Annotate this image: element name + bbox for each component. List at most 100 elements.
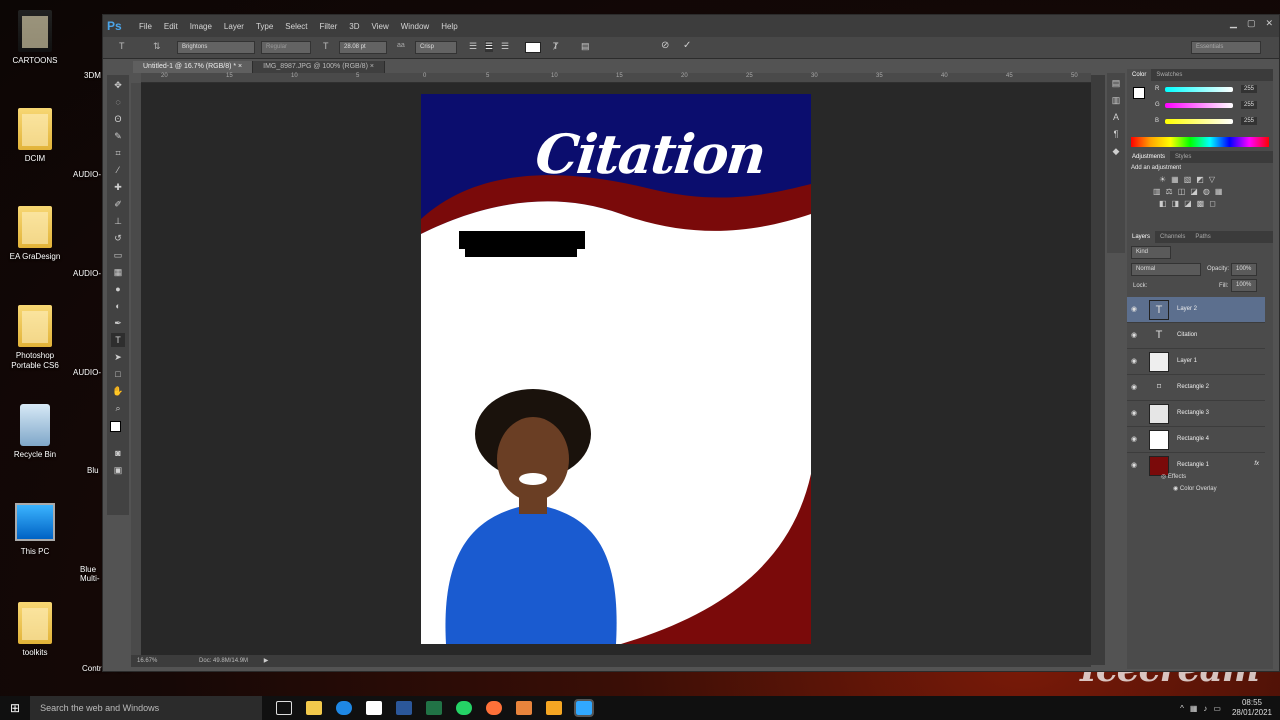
tab-layers[interactable]: Layers: [1127, 231, 1156, 243]
healing-tool-icon[interactable]: ✚: [111, 180, 125, 194]
effects-row[interactable]: ◎ Effects: [1161, 473, 1186, 480]
tab-swatches[interactable]: Swatches: [1151, 69, 1187, 81]
character-panel-icon[interactable]: A: [1109, 110, 1123, 124]
color-swatches[interactable]: [107, 417, 129, 443]
adjustment-icons-row3[interactable]: ◧◨◪▩◻: [1159, 199, 1269, 208]
file-explorer-icon[interactable]: [306, 701, 323, 715]
eraser-tool-icon[interactable]: ▭: [111, 248, 125, 262]
screen-mode-icon[interactable]: ▣: [111, 463, 125, 477]
opacity-input[interactable]: 100%: [1231, 263, 1257, 276]
vlc-icon[interactable]: [516, 701, 533, 715]
document-canvas[interactable]: Citation: [421, 94, 811, 644]
align-center-icon[interactable]: ☰: [485, 41, 494, 52]
layer-item-citation[interactable]: ◉ T Citation: [1127, 323, 1265, 349]
desktop-icon-label[interactable]: AUDIO-: [73, 269, 101, 278]
layer-item-rectangle-1[interactable]: ◉ Rectangle 1 fx: [1127, 453, 1265, 476]
zoom-tool-icon[interactable]: ⌕: [111, 401, 125, 415]
move-tool-icon[interactable]: ✥: [111, 78, 125, 92]
close-icon[interactable]: ✕: [1265, 18, 1273, 29]
desktop-icon-cartoons[interactable]: CARTOONS: [0, 10, 70, 66]
menu-filter[interactable]: Filter: [314, 22, 344, 31]
layer-item-rectangle-4[interactable]: ◉ Rectangle 4: [1127, 427, 1265, 453]
volume-icon[interactable]: ♪: [1203, 704, 1207, 713]
tab-paths[interactable]: Paths: [1190, 231, 1215, 243]
g-value[interactable]: 255: [1241, 101, 1258, 109]
layer-item-rectangle-3[interactable]: ◉ Rectangle 3: [1127, 401, 1265, 427]
workspace-select[interactable]: Essentials: [1191, 41, 1261, 54]
properties-panel-icon[interactable]: ▥: [1109, 93, 1123, 107]
vertical-scrollbar[interactable]: [1091, 75, 1105, 665]
desktop-icon-photoshop-portable[interactable]: Photoshop Portable CS6: [0, 305, 70, 371]
edge-browser-icon[interactable]: [336, 701, 353, 715]
blur-tool-icon[interactable]: ●: [111, 282, 125, 296]
stamp-tool-icon[interactable]: ⊥: [111, 214, 125, 228]
g-slider[interactable]: [1165, 103, 1233, 108]
effect-eye-icon[interactable]: ◉: [1173, 486, 1180, 492]
search-box[interactable]: Search the web and Windows: [30, 696, 263, 720]
poster-title[interactable]: Citation: [533, 122, 768, 186]
visibility-eye-icon[interactable]: ◉: [1131, 461, 1137, 469]
tab-untitled-1[interactable]: Untitled-1 @ 16.7% (RGB/8) * ×: [133, 61, 254, 73]
menu-image[interactable]: Image: [184, 22, 218, 31]
crop-tool-icon[interactable]: ⌗: [111, 146, 125, 160]
play-arrow-icon[interactable]: ▶: [264, 658, 269, 664]
font-family-select[interactable]: Brightons: [177, 41, 255, 54]
path-select-icon[interactable]: ➤: [111, 350, 125, 364]
word-icon[interactable]: [396, 701, 413, 715]
cancel-icon[interactable]: ⊘: [661, 40, 669, 51]
gradient-tool-icon[interactable]: ▦: [111, 265, 125, 279]
3d-panel-icon[interactable]: ◆: [1109, 144, 1123, 158]
windows-start-icon[interactable]: ⊞: [10, 701, 20, 715]
r-slider[interactable]: [1165, 87, 1233, 92]
chevron-up-icon[interactable]: ^: [1180, 704, 1184, 713]
character-panel-icon[interactable]: ▤: [581, 41, 590, 52]
adjustment-icons-row2[interactable]: ▥⚖◫◪◍▦: [1153, 187, 1269, 196]
visibility-eye-icon[interactable]: ◉: [1131, 357, 1137, 365]
adjustment-icons-row1[interactable]: ☀▦▧◩▽: [1159, 175, 1269, 184]
tab-img-8987[interactable]: IMG_8987.JPG @ 100% (RGB/8) ×: [253, 61, 385, 73]
desktop-icon-label[interactable]: 3DM: [84, 71, 101, 80]
desktop-icon-ea-gradesign[interactable]: EA GraDesign: [0, 206, 70, 262]
commit-check-icon[interactable]: ✓: [683, 40, 691, 51]
align-right-icon[interactable]: ☰: [501, 41, 509, 52]
zoom-level[interactable]: 16.67%: [137, 658, 157, 664]
tab-color[interactable]: Color: [1127, 69, 1152, 81]
brush-tool-icon[interactable]: ✐: [111, 197, 125, 211]
menu-window[interactable]: Window: [395, 22, 435, 31]
desktop-icon-toolkits[interactable]: toolkits: [0, 602, 70, 658]
store-icon[interactable]: [366, 701, 383, 715]
antialias-select[interactable]: Crisp: [415, 41, 457, 54]
menu-edit[interactable]: Edit: [158, 22, 184, 31]
warp-text-icon[interactable]: Ⱦ: [553, 41, 559, 51]
layer-item-layer-1[interactable]: ◉ Layer 1: [1127, 349, 1265, 375]
color-spectrum[interactable]: [1131, 137, 1269, 147]
desktop-icon-recycle-bin[interactable]: Recycle Bin: [0, 404, 70, 460]
network-icon[interactable]: ▦: [1190, 704, 1198, 713]
desktop-icon-label[interactable]: AUDIO-: [73, 170, 101, 179]
shape-tool-icon[interactable]: □: [111, 367, 125, 381]
hand-tool-icon[interactable]: ✋: [111, 384, 125, 398]
maximize-icon[interactable]: ▢: [1247, 18, 1256, 29]
whatsapp-icon[interactable]: [456, 701, 473, 715]
fg-color-swatch[interactable]: [1133, 87, 1145, 99]
clock[interactable]: 08:55 28/01/2021: [1232, 698, 1272, 718]
layer-item-rectangle-2[interactable]: ◉ ⌑ Rectangle 2: [1127, 375, 1265, 401]
text-orientation-icon[interactable]: ⇅: [153, 41, 161, 52]
b-value[interactable]: 255: [1241, 117, 1258, 125]
menu-file[interactable]: File: [133, 22, 158, 31]
type-tool-icon[interactable]: T: [119, 41, 125, 51]
excel-icon[interactable]: [426, 701, 443, 715]
doc-size[interactable]: Doc: 49.8M/14.9M: [199, 658, 248, 664]
visibility-eye-icon[interactable]: ◉: [1131, 383, 1137, 391]
minimize-icon[interactable]: ▁: [1230, 18, 1237, 29]
history-brush-icon[interactable]: ↺: [111, 231, 125, 245]
desktop-icon-dcim[interactable]: DCIM: [0, 108, 70, 164]
fill-input[interactable]: 100%: [1231, 279, 1257, 292]
marquee-tool-icon[interactable]: ◌: [111, 95, 125, 109]
blend-mode-select[interactable]: Normal: [1131, 263, 1201, 276]
paragraph-panel-icon[interactable]: ¶: [1109, 127, 1123, 141]
layer-item-layer-2[interactable]: ◉ T Layer 2: [1127, 297, 1265, 323]
desktop-icon-label[interactable]: AUDIO-: [73, 368, 101, 377]
font-style-select[interactable]: Regular: [261, 41, 311, 54]
history-panel-icon[interactable]: ▤: [1109, 76, 1123, 90]
